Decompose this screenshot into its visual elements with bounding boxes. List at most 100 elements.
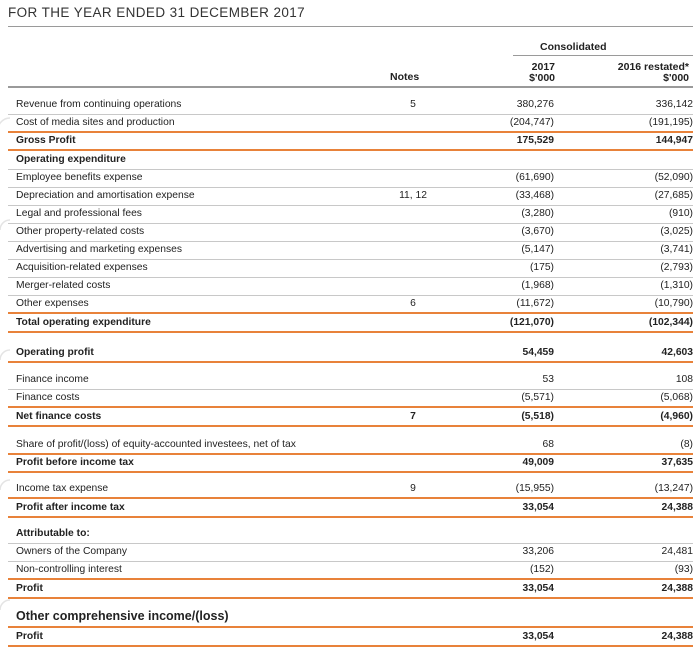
- row-value-2017: 175,529: [516, 135, 554, 146]
- table-row: Gross Profit 175,529 144,947: [8, 133, 693, 151]
- row-value-2016: (1,310): [660, 280, 693, 291]
- row-label: Other property-related costs: [16, 226, 145, 237]
- row-value-2016: 24,388: [661, 502, 694, 513]
- row-value-2017: (11,672): [516, 298, 554, 309]
- notes-header: Notes: [390, 71, 420, 83]
- row-label: Income tax expense: [16, 483, 109, 494]
- row-value-2017: (5,571): [521, 392, 554, 403]
- table-row: Net finance costs 7 (5,518) (4,960): [8, 409, 693, 427]
- table-row: Non-controlling interest (152) (93): [8, 562, 693, 580]
- row-value-2017: 53: [542, 374, 554, 385]
- table-row: Other property-related costs (3,670) (3,…: [8, 224, 693, 242]
- row-value-2016: (5,068): [660, 392, 693, 403]
- table-row: Profit before income tax 49,009 37,635: [8, 455, 693, 473]
- row-notes: 6: [410, 298, 416, 309]
- row-label: Cost of media sites and production: [16, 117, 175, 128]
- row-label: Profit: [16, 631, 43, 642]
- row-label: Profit after income tax: [16, 502, 125, 513]
- row-value-2017: 33,054: [522, 502, 555, 513]
- row-value-2016: 24,388: [661, 583, 694, 594]
- row-value-2017: 33,206: [522, 546, 555, 557]
- row-label: Profit before income tax: [16, 457, 134, 468]
- row-label: Legal and professional fees: [16, 208, 142, 219]
- section-heading-row: Operating expenditure: [8, 152, 693, 170]
- year-2016-unit: $'000: [663, 72, 689, 84]
- row-value-2016: (910): [668, 208, 693, 219]
- table-row: Profit after income tax 33,054 24,388: [8, 500, 693, 518]
- row-value-2017: (33,468): [515, 190, 554, 201]
- row-value-2016: (10,790): [654, 298, 693, 309]
- section-heading-row: Attributable to:: [8, 526, 693, 544]
- row-value-2017: (152): [529, 564, 554, 575]
- row-label: Attributable to:: [16, 528, 90, 539]
- table-row: Merger-related costs (1,968) (1,310): [8, 278, 693, 296]
- row-value-2017: (15,955): [515, 483, 554, 494]
- row-value-2016: (3,025): [660, 226, 693, 237]
- row-value-2017: (3,670): [521, 226, 554, 237]
- table-row: Depreciation and amortisation expense 11…: [8, 188, 693, 206]
- row-label: Operating expenditure: [16, 154, 126, 165]
- table-row: Acquisition-related expenses (175) (2,79…: [8, 260, 693, 278]
- row-value-2016: (27,685): [654, 190, 693, 201]
- table-row: Cost of media sites and production (204,…: [8, 115, 693, 133]
- statement-title: FOR THE YEAR ENDED 31 DECEMBER 2017: [8, 5, 306, 20]
- row-value-2017: 33,054: [522, 631, 555, 642]
- consolidated-divider: [513, 55, 693, 56]
- section-heading-row: Other comprehensive income/(loss): [8, 608, 693, 628]
- row-value-2016: 108: [675, 374, 693, 385]
- row-label: Non-controlling interest: [16, 564, 122, 575]
- row-value-2017: (175): [529, 262, 554, 273]
- row-label: Revenue from continuing operations: [16, 99, 182, 110]
- table-row: Share of profit/(loss) of equity-account…: [8, 437, 693, 455]
- table-row: Owners of the Company 33,206 24,481: [8, 544, 693, 562]
- row-label: Depreciation and amortisation expense: [16, 190, 195, 201]
- row-value-2016: (2,793): [660, 262, 693, 273]
- row-label: Finance income: [16, 374, 89, 385]
- row-value-2016: 24,388: [661, 631, 694, 642]
- row-value-2017: 68: [542, 439, 554, 450]
- table-row: Employee benefits expense (61,690) (52,0…: [8, 170, 693, 188]
- row-label: Acquisition-related expenses: [16, 262, 148, 273]
- consolidated-header: Consolidated: [540, 41, 607, 53]
- table-row: Finance costs (5,571) (5,068): [8, 390, 693, 408]
- row-value-2017: 380,276: [516, 99, 554, 110]
- row-value-2016: (4,960): [660, 411, 693, 422]
- row-value-2016: 336,142: [655, 99, 693, 110]
- row-value-2016: (52,090): [654, 172, 693, 183]
- row-label: Advertising and marketing expenses: [16, 244, 182, 255]
- row-label: Gross Profit: [16, 135, 76, 146]
- row-label: Finance costs: [16, 392, 80, 403]
- table-row: Total operating expenditure (121,070) (1…: [8, 315, 693, 333]
- table-row: Profit 33,054 24,388: [8, 629, 693, 647]
- row-label: Other expenses: [16, 298, 89, 309]
- row-label: Share of profit/(loss) of equity-account…: [16, 439, 296, 450]
- row-value-2016: (102,344): [648, 317, 693, 328]
- table-row: Income tax expense 9 (15,955) (13,247): [8, 481, 693, 499]
- row-value-2016: (13,247): [654, 483, 693, 494]
- row-value-2017: (61,690): [515, 172, 554, 183]
- row-notes: 7: [410, 411, 416, 422]
- row-label: Owners of the Company: [16, 546, 128, 557]
- header-divider: [8, 86, 693, 88]
- table-row: Revenue from continuing operations 5 380…: [8, 97, 693, 115]
- row-label: Profit: [16, 583, 43, 594]
- row-value-2017: (121,070): [509, 317, 554, 328]
- row-notes: 5: [410, 99, 416, 110]
- row-value-2016: (191,195): [648, 117, 693, 128]
- row-label: Operating profit: [16, 347, 94, 358]
- row-value-2017: (1,968): [521, 280, 554, 291]
- row-value-2017: 49,009: [522, 457, 555, 468]
- table-row: Profit 33,054 24,388: [8, 581, 693, 599]
- row-value-2016: 37,635: [661, 457, 694, 468]
- row-label: Total operating expenditure: [16, 317, 151, 328]
- row-value-2017: (3,280): [521, 208, 554, 219]
- row-notes: 9: [410, 483, 416, 494]
- row-value-2017: 54,459: [522, 347, 555, 358]
- title-divider: [8, 26, 693, 27]
- row-value-2017: (5,147): [521, 244, 554, 255]
- row-value-2017: 33,054: [522, 583, 555, 594]
- row-value-2016: (3,741): [660, 244, 693, 255]
- year-2017-unit: $'000: [529, 72, 555, 84]
- row-notes: 11, 12: [399, 190, 427, 201]
- row-label: Merger-related costs: [16, 280, 111, 291]
